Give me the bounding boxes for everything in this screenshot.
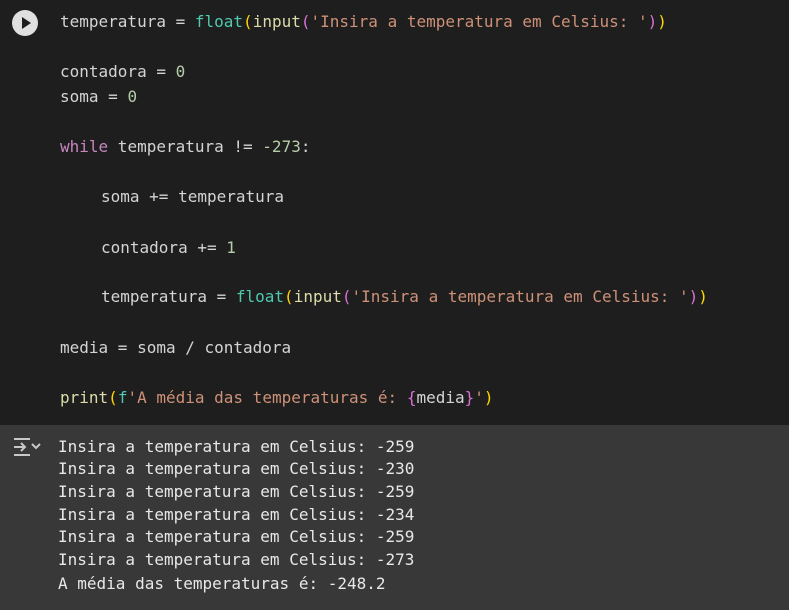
output-line: Insira a temperatura em Celsius: -230 bbox=[58, 459, 415, 478]
notebook-cell: temperatura = float(input('Insira a temp… bbox=[0, 0, 789, 610]
code-line-6: contadora += 1 bbox=[101, 238, 236, 257]
code-line-1: temperatura = float(input('Insira a temp… bbox=[60, 12, 667, 31]
output-result-line: A média das temperaturas é: -248.2 bbox=[58, 574, 386, 593]
code-line-2: contadora = 0 bbox=[60, 62, 186, 81]
output-line: Insira a temperatura em Celsius: -234 bbox=[58, 505, 415, 524]
run-cell-button[interactable] bbox=[12, 10, 38, 36]
code-line-4: while temperatura != -273: bbox=[60, 137, 311, 156]
code-line-7: temperatura = float(input('Insira a temp… bbox=[101, 287, 708, 306]
cell-output: Insira a temperatura em Celsius: -259 In… bbox=[0, 425, 789, 610]
output-line: Insira a temperatura em Celsius: -259 bbox=[58, 482, 415, 501]
code-editor[interactable]: temperatura = float(input('Insira a temp… bbox=[0, 0, 789, 425]
code-line-8: media = soma / contadora bbox=[60, 338, 292, 357]
play-icon bbox=[22, 17, 31, 29]
code-line-9: print(f'A média das temperaturas é: {med… bbox=[60, 388, 494, 407]
output-line: Insira a temperatura em Celsius: -259 bbox=[58, 527, 415, 546]
code-line-5: soma += temperatura bbox=[101, 187, 285, 206]
code-line-3: soma = 0 bbox=[60, 87, 138, 106]
output-line: Insira a temperatura em Celsius: -273 bbox=[58, 550, 415, 569]
output-actions-button[interactable] bbox=[12, 435, 42, 459]
output-line: Insira a temperatura em Celsius: -259 bbox=[58, 437, 415, 456]
output-menu-icon bbox=[14, 438, 41, 456]
